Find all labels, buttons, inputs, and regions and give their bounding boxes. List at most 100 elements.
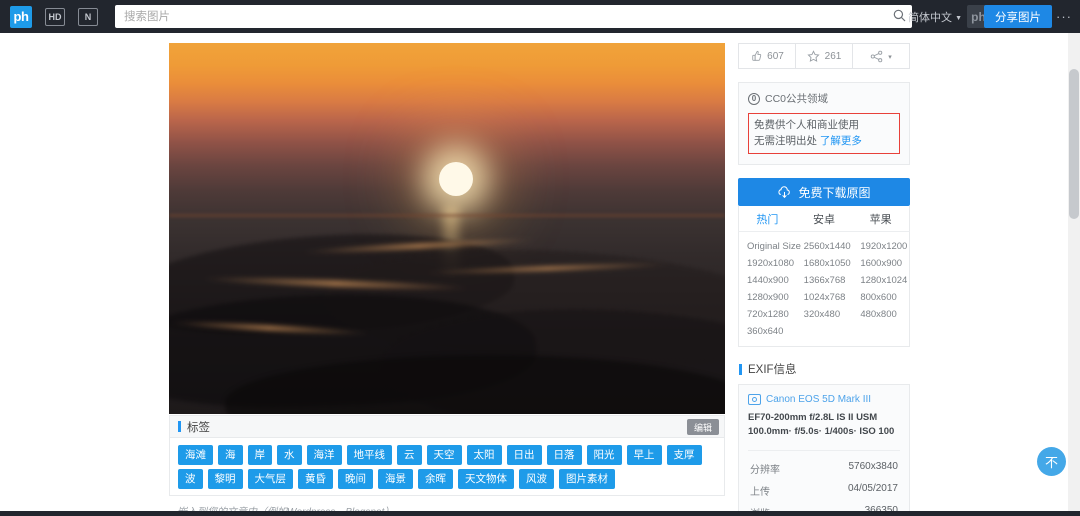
tag-chip[interactable]: 日出 — [506, 445, 542, 465]
page-scrollbar-track[interactable] — [1068, 33, 1080, 516]
tag-chip[interactable]: 波 — [178, 469, 203, 489]
tag-chip[interactable]: 风波 — [519, 469, 554, 489]
resolution-option[interactable]: 1920x1200 — [852, 238, 909, 255]
tag-chip[interactable]: 海 — [218, 445, 243, 465]
like-count: 607 — [767, 50, 784, 62]
tag-chip[interactable]: 晚间 — [338, 469, 373, 489]
like-button[interactable]: 607 — [739, 44, 796, 68]
tag-chip[interactable]: 黎明 — [207, 469, 243, 489]
license-line-2: 无需注明出处 了解更多 — [754, 133, 894, 149]
cloud-download-icon — [778, 185, 791, 198]
tag-chip[interactable]: 海洋 — [306, 445, 342, 465]
tag-chip[interactable]: 黄昏 — [298, 469, 333, 489]
tag-chip[interactable]: 岸 — [247, 445, 272, 465]
tag-chip[interactable]: 地平线 — [346, 445, 392, 465]
tag-chip[interactable]: 水 — [277, 445, 302, 465]
tag-chip[interactable]: 云 — [397, 445, 422, 465]
resolution-tabs: 热门 安卓 苹果 — [738, 206, 910, 232]
learn-more-link[interactable]: 了解更多 — [820, 135, 862, 147]
resolution-option[interactable]: 720x1280 — [739, 306, 796, 323]
license-line-1: 免费供个人和商业使用 — [754, 119, 859, 131]
resolution-option[interactable]: 1280x1024 — [852, 272, 909, 289]
tag-chip[interactable]: 海景 — [378, 469, 413, 489]
resolution-option[interactable]: 1366x768 — [796, 272, 853, 289]
language-selector[interactable]: 简体中文 ▼ — [908, 9, 962, 25]
resolution-grid: Original Size 2560x1440 1920x1200 1920x1080… — [739, 232, 909, 346]
resolution-tab[interactable]: 热门 — [739, 206, 796, 231]
stat-value: 04/05/2017 — [847, 482, 898, 494]
resolution-tab[interactable]: 安卓 — [796, 206, 853, 231]
camera-model[interactable]: Canon EOS 5D Mark III — [766, 394, 871, 405]
photo-preview[interactable] — [169, 43, 725, 414]
top-header: ph HD N ⤨ 简体中文 ▼ ph 分享图片 ··· — [0, 0, 1080, 33]
exif-section-title: EXIF信息 — [748, 364, 797, 376]
page-root: ph HD N ⤨ 简体中文 ▼ ph 分享图片 ··· — [0, 0, 1080, 516]
site-logo[interactable]: ph — [10, 5, 32, 28]
lens-info: EF70-200mm f/2.8L IS II USM 100.0mm· f/5… — [748, 412, 895, 437]
resolution-option[interactable]: 1920x1080 — [739, 255, 796, 272]
resolution-option[interactable]: 1280x900 — [739, 289, 796, 306]
resolution-option[interactable]: 2560x1440 — [796, 238, 853, 255]
hd-badge-icon[interactable]: HD — [45, 7, 65, 26]
resolution-tab[interactable]: 苹果 — [852, 206, 909, 231]
license-badge-label: CC0公共领域 — [765, 93, 829, 105]
tag-chip[interactable]: 支厚 — [666, 445, 702, 465]
tag-chip[interactable]: 图片素材 — [559, 469, 615, 489]
favorite-button[interactable]: 261 — [796, 44, 853, 68]
tags-panel: 标签 编辑 海滩海岸水海洋 地平线云天空 太阳 日出 日落 阳光 早上 支厚波黎明 大气层 黄昏晚… — [169, 415, 725, 516]
page-scrollbar-thumb[interactable] — [1069, 69, 1079, 219]
section-accent-bar — [178, 421, 181, 432]
exif-section-header: EXIF信息 — [738, 361, 910, 377]
license-line-2-text: 无需注明出处 — [754, 135, 817, 147]
tags-panel-header: 标签 编辑 — [169, 415, 725, 438]
camera-icon — [748, 394, 761, 405]
search-bar[interactable] — [115, 5, 912, 28]
resolution-option[interactable]: 800x600 — [852, 289, 909, 306]
more-options-icon[interactable]: ··· — [1056, 9, 1072, 24]
photo-stats: 分辨率5760x3840上传04/05/2017浏览366350下载216320 — [748, 450, 900, 516]
scroll-to-top-button[interactable]: 不 — [1037, 447, 1066, 476]
download-original-button[interactable]: 免费下载原图 — [738, 178, 910, 206]
search-input[interactable] — [115, 6, 886, 27]
tag-chip[interactable]: 日落 — [546, 445, 582, 465]
tag-chip[interactable]: 早上 — [626, 445, 662, 465]
license-highlight: 免费供个人和商业使用 无需注明出处 了解更多 — [748, 113, 900, 154]
resolution-option[interactable]: 1440x900 — [739, 272, 796, 289]
right-sidebar: 607 261 ▾ 0 CC0公共领域 免费供个人和商业使用 无需注明出处 了解… — [738, 43, 910, 516]
favorite-count: 261 — [824, 50, 842, 62]
resolution-box: Original Size 2560x1440 1920x1200 1920x1080… — [738, 232, 910, 347]
share-dropdown-button[interactable]: ▾ — [853, 44, 909, 68]
n-badge-icon[interactable]: N — [78, 7, 98, 26]
tag-chip[interactable]: 太阳 — [466, 445, 502, 465]
tags-title: 标签 — [187, 421, 210, 434]
resolution-option[interactable]: 1680x1050 — [796, 255, 853, 272]
section-accent-bar — [739, 363, 742, 375]
stat-row: 分辨率 5760x3840 — [748, 457, 900, 479]
stat-value: 5760x3840 — [848, 460, 899, 472]
resolution-option[interactable]: 1024x768 — [796, 289, 853, 306]
resolution-option[interactable]: 1600x900 — [852, 255, 909, 272]
thumbs-up-icon — [752, 50, 762, 61]
tag-chip[interactable]: 阳光 — [586, 445, 622, 465]
tag-chip[interactable]: 天空 — [426, 445, 462, 465]
resolution-option[interactable]: 320x480 — [796, 306, 853, 323]
stat-row: 上传 04/05/2017 — [748, 479, 900, 501]
tags-list: 海滩海岸水海洋 地平线云天空 太阳 日出 日落 阳光 早上 支厚波黎明 大气层 黄昏 晚间 海景 余晖天… — [169, 438, 725, 496]
edit-tags-button[interactable]: 编辑 — [686, 419, 719, 435]
share-photo-button[interactable]: 分享图片 — [984, 5, 1052, 28]
tag-chip[interactable]: 余晖 — [418, 469, 453, 489]
resolution-option[interactable]: 360x640 — [739, 323, 796, 340]
chevron-down-icon: ▼ — [955, 14, 962, 22]
share-icon — [870, 50, 883, 62]
resolution-option[interactable]: Original Size — [739, 238, 801, 255]
action-bar: 607 261 ▾ — [738, 43, 910, 69]
tag-chip[interactable]: 天文物体 — [458, 469, 514, 489]
chevron-down-icon: ▾ — [888, 54, 892, 61]
cc-zero-icon: 0 — [748, 92, 760, 105]
download-button-label: 免费下载原图 — [798, 185, 871, 200]
tag-chip[interactable]: 海滩 — [178, 445, 213, 465]
star-icon — [807, 49, 820, 62]
license-badge: 0 CC0公共领域 — [748, 91, 900, 106]
resolution-option[interactable]: 480x800 — [852, 306, 909, 323]
tag-chip[interactable]: 大气层 — [247, 469, 293, 489]
